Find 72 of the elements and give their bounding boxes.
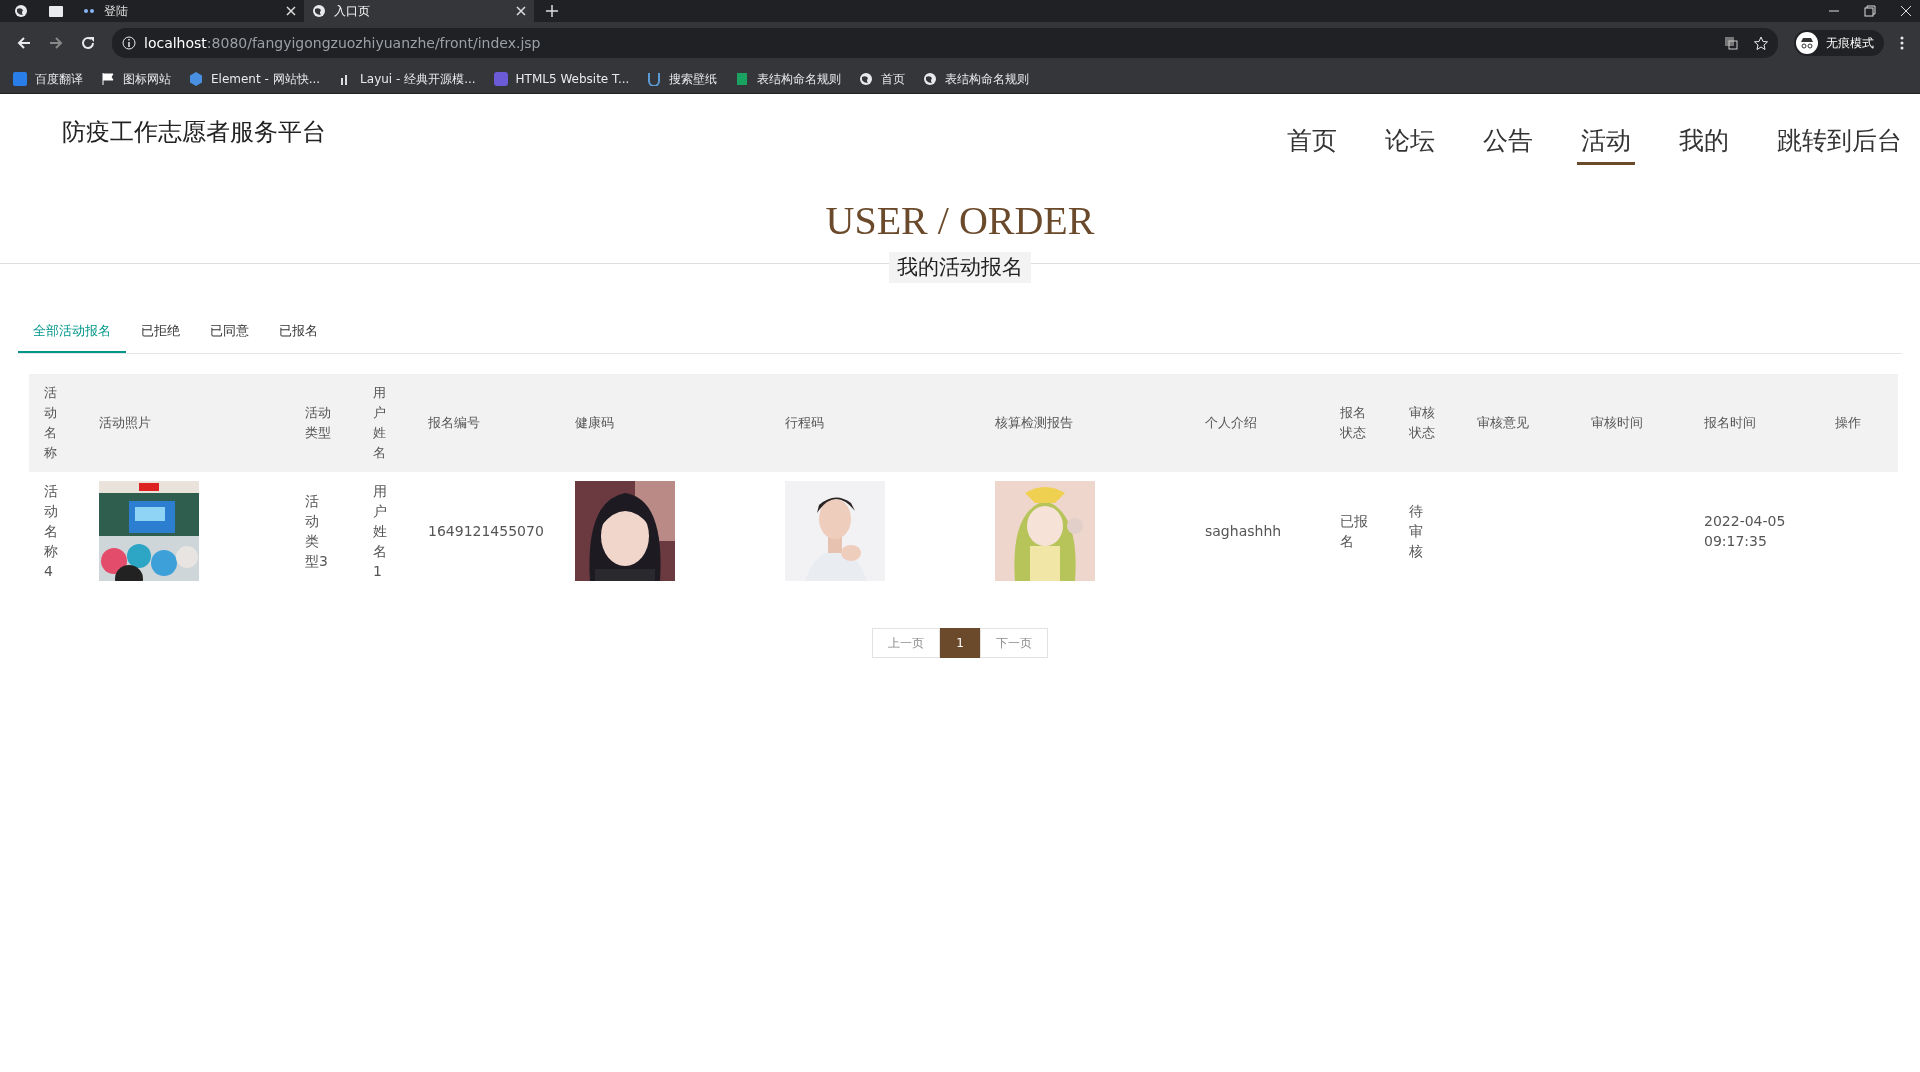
nav-link[interactable]: 我的 [1675, 118, 1733, 165]
nav-link[interactable]: 公告 [1479, 118, 1537, 165]
close-icon[interactable] [516, 6, 526, 16]
globe-icon[interactable] [14, 4, 28, 18]
nav-link[interactable]: 论坛 [1381, 118, 1439, 165]
filter-tab[interactable]: 已同意 [195, 311, 264, 353]
page-subtitle: 我的活动报名 [889, 251, 1031, 283]
filter-tab[interactable]: 全部活动报名 [18, 311, 126, 353]
bookmark-link[interactable]: 首页 [850, 69, 915, 88]
table-cell: 2022-04-05 09:17:35 [1689, 471, 1820, 590]
column-header: 行程码 [770, 373, 980, 472]
back-icon[interactable] [16, 35, 32, 51]
column-header: 报名时间 [1689, 373, 1820, 472]
filter-tab[interactable]: 已报名 [264, 311, 333, 353]
table-cell: 用户姓名1 [358, 471, 413, 590]
bookmark-link[interactable]: Layui - 经典开源模... [329, 69, 485, 88]
browser-tab[interactable]: 登陆 [74, 0, 304, 22]
browser-tab[interactable]: 入口页 [304, 0, 534, 22]
menu-icon[interactable] [1900, 36, 1904, 50]
table-cell: 待审核 [1394, 471, 1462, 590]
incognito-icon [1796, 32, 1818, 54]
nav-link[interactable]: 跳转到后台 [1773, 118, 1906, 165]
site-title: 防疫工作志愿者服务平台 [61, 117, 326, 148]
nav-link[interactable]: 活动 [1577, 118, 1635, 165]
column-header: 核算检测报告 [980, 373, 1190, 472]
tab-title: 登陆 [104, 3, 129, 20]
flag-icon [101, 71, 115, 86]
table-cell: saghashhh [1190, 471, 1325, 590]
plus-icon[interactable] [546, 5, 558, 17]
restore-icon[interactable] [1864, 5, 1876, 17]
column-header: 审核状态 [1394, 373, 1462, 472]
globe-icon [859, 71, 874, 86]
column-header: 个人介绍 [1190, 373, 1325, 472]
bookmark-link[interactable]: 表结构命名规则 [726, 69, 851, 88]
close-icon[interactable] [1900, 5, 1912, 17]
filter-tab[interactable]: 已拒绝 [126, 311, 195, 353]
star-icon[interactable] [1754, 36, 1768, 50]
table-cell: 已报名 [1325, 471, 1394, 590]
forward-icon[interactable] [48, 35, 64, 51]
column-header: 活动照片 [84, 373, 290, 472]
address-field[interactable]: localhost:8080/fangyigongzuozhiyuanzhe/front/index.jsp [112, 28, 1778, 58]
nav-link[interactable]: 首页 [1283, 118, 1341, 165]
column-header: 报名状态 [1325, 373, 1394, 472]
window-icon[interactable] [48, 4, 64, 18]
bookmark-link[interactable]: HTML5 Website T... [484, 69, 639, 88]
column-header: 健康码 [560, 373, 770, 472]
column-header: 操作 [1820, 373, 1898, 472]
hexagon-icon [189, 71, 203, 86]
url-text: localhost:8080/fangyigongzuozhiyuanzhe/front/index.jsp [144, 33, 541, 53]
tab-title: 入口页 [334, 3, 371, 20]
close-icon[interactable] [286, 6, 296, 16]
page-heading: USER / ORDER [825, 200, 1095, 241]
column-header: 活动名称 [29, 373, 84, 472]
table-cell: 活动名称4 [29, 471, 84, 590]
column-header: 活动类型 [290, 373, 358, 472]
page-button[interactable]: 1 [940, 627, 980, 658]
column-header: 审核意见 [1462, 373, 1576, 472]
bookmark-link[interactable]: Element - 网站快... [180, 69, 330, 88]
reload-icon[interactable] [80, 35, 96, 51]
globe-icon [312, 4, 326, 18]
column-header: 审核时间 [1576, 373, 1689, 472]
info-icon[interactable] [122, 36, 136, 50]
globe-icon [923, 71, 938, 86]
bookmark-link[interactable]: 搜索壁纸 [638, 69, 727, 88]
bookmark-link[interactable]: 图标网站 [92, 69, 180, 88]
column-header: 报名编号 [413, 373, 560, 472]
profile-button[interactable]: 无痕模式 [1794, 30, 1884, 56]
table-cell: 活动类型3 [290, 471, 358, 590]
column-header: 用户姓名 [358, 373, 413, 472]
table-cell: 1649121455070 [413, 471, 560, 590]
bookmark-link[interactable]: 表结构命名规则 [914, 69, 1039, 88]
bookmark-link[interactable]: 百度翻译 [4, 69, 92, 88]
